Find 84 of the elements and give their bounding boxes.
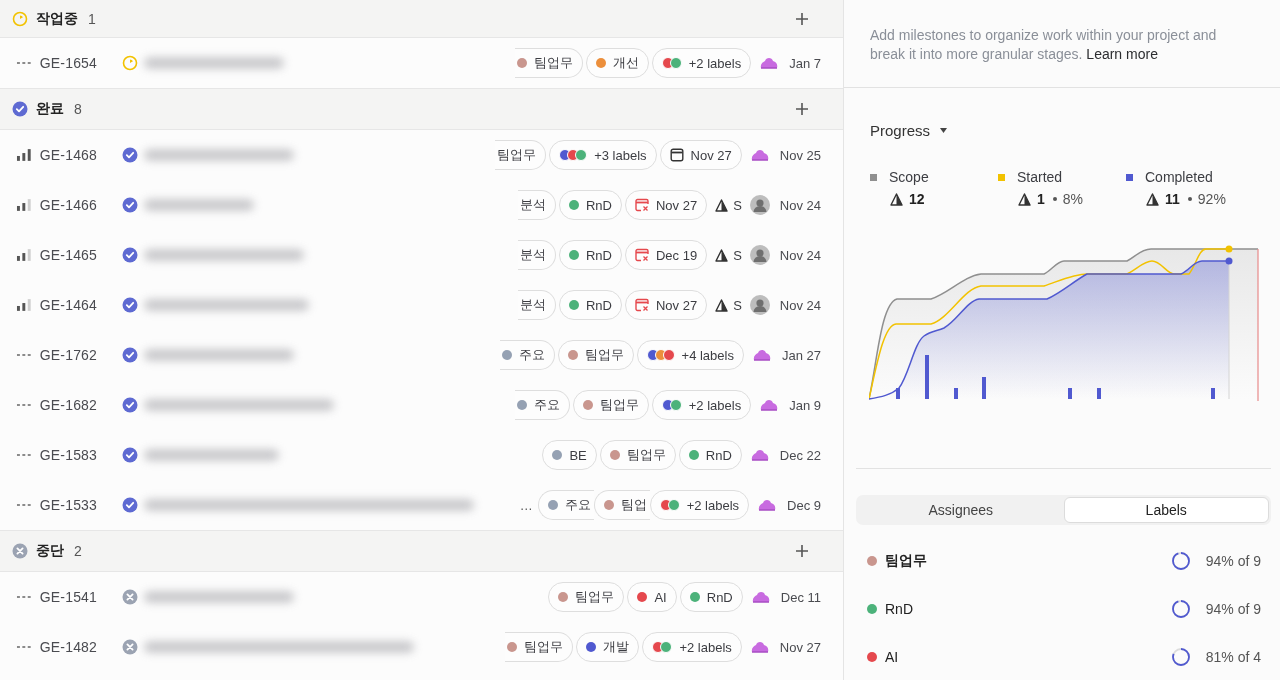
label-chip[interactable]: 주요	[499, 340, 555, 370]
updated-date: Nov 24	[779, 297, 821, 313]
label-chip[interactable]: RnD	[679, 582, 743, 612]
tab[interactable]: Assignees	[858, 497, 1064, 523]
stat-count: 12	[909, 191, 925, 207]
labels-chip[interactable]: +3 labels	[549, 140, 657, 170]
updated-date: Nov 24	[779, 197, 821, 213]
stat-name: Started	[1017, 169, 1063, 185]
label-chip[interactable]: 팀업무	[548, 582, 625, 612]
due-date-chip[interactable]: Nov 27	[659, 140, 742, 170]
issue-id: GE-1466	[39, 197, 99, 213]
group-header[interactable]: 중단 2	[0, 530, 843, 572]
progress-dropdown[interactable]: Progress	[870, 122, 948, 139]
estimate: S	[733, 297, 742, 313]
due-date-chip[interactable]: Nov 27	[624, 290, 708, 320]
group-count: 8	[74, 101, 82, 117]
label-name: AI	[885, 649, 900, 665]
group-count: 1	[88, 10, 96, 27]
updated-date: Dec 22	[779, 447, 821, 463]
label-chip[interactable]: 주요	[537, 490, 594, 520]
stat-name: Completed	[1145, 169, 1213, 185]
label-chip[interactable]: 팀업	[593, 490, 650, 520]
label-chip[interactable]: RnD	[678, 440, 742, 470]
updated-date: Dec 9	[787, 497, 821, 513]
label-chip[interactable]: 분석	[517, 190, 556, 220]
updated-date: Jan 27	[781, 347, 821, 363]
label-chip[interactable]: AI	[627, 582, 677, 612]
updated-date: Nov 27	[779, 639, 821, 655]
label-chip[interactable]: BE	[542, 440, 597, 470]
stat-percent: 92%	[1197, 191, 1226, 207]
issue-id: GE-1682	[39, 397, 99, 413]
labels-chip[interactable]: +4 labels	[636, 340, 744, 370]
label-chip[interactable]: RnD	[558, 240, 622, 270]
due-date-chip[interactable]: Nov 27	[624, 190, 708, 220]
label-name: RnD	[885, 601, 914, 617]
label-name: 팀업무	[885, 552, 928, 570]
issue-id: GE-1541	[39, 589, 99, 605]
label-chip[interactable]: 팀업무	[572, 390, 649, 420]
label-chip[interactable]: 주요	[514, 390, 570, 420]
stat-count: 11	[1165, 191, 1180, 207]
group-header[interactable]: 완료 8	[0, 88, 843, 130]
label-chip[interactable]: 분석	[517, 290, 556, 320]
updated-date: Dec 11	[780, 589, 821, 605]
labels-chip[interactable]: +2 labels	[642, 632, 742, 662]
group-name: 중단	[36, 542, 64, 560]
issue-id: GE-1482	[39, 639, 99, 655]
label-chip[interactable]: 팀업무	[505, 632, 574, 662]
label-chip[interactable]: 개발	[576, 632, 640, 662]
label-chip[interactable]: 팀업무	[599, 440, 676, 470]
issue-id: GE-1465	[39, 247, 99, 263]
group-count: 2	[74, 543, 82, 559]
stat-count: 1	[1037, 191, 1045, 207]
group-name: 완료	[36, 100, 64, 118]
label-chip[interactable]: RnD	[558, 290, 622, 320]
estimate: S	[733, 247, 742, 263]
updated-date: Nov 25	[779, 147, 821, 163]
labels-chip[interactable]: +2 labels	[649, 490, 750, 520]
updated-date: Jan 7	[789, 55, 821, 71]
label-chip[interactable]: 팀업무	[495, 140, 547, 170]
updated-date: Jan 9	[789, 397, 821, 413]
label-chip[interactable]: 분석	[517, 240, 556, 270]
label-chip[interactable]: 개선	[585, 48, 649, 78]
updated-date: Nov 24	[779, 247, 821, 263]
issue-id: GE-1533	[39, 497, 99, 513]
description: Add milestones to organize work within your project and break it into more granular stages. Learn more	[870, 26, 1218, 64]
issue-id: GE-1464	[39, 297, 99, 313]
stat-name: Scope	[889, 169, 929, 185]
learn-more-link[interactable]: Learn more	[1086, 46, 1158, 62]
label-chip[interactable]: 팀업무	[557, 340, 634, 370]
issue-id: GE-1654	[39, 55, 99, 71]
issue-id: GE-1762	[39, 347, 99, 363]
group-header[interactable]: 작업중 1	[0, 0, 843, 38]
issue-id: GE-1468	[39, 147, 99, 163]
tab[interactable]: Labels	[1063, 497, 1269, 523]
stat-percent: 8%	[1062, 191, 1084, 207]
ellipsis: …	[519, 497, 533, 513]
issue-id: GE-1583	[39, 447, 99, 463]
group-name: 작업중	[36, 9, 78, 28]
labels-chip[interactable]: +2 labels	[651, 48, 752, 78]
estimate: S	[733, 197, 742, 213]
labels-chip[interactable]: +2 labels	[651, 390, 752, 420]
label-chip[interactable]: RnD	[558, 190, 622, 220]
due-date-chip[interactable]: Dec 19	[624, 240, 708, 270]
label-chip[interactable]: 팀업무	[514, 48, 583, 78]
